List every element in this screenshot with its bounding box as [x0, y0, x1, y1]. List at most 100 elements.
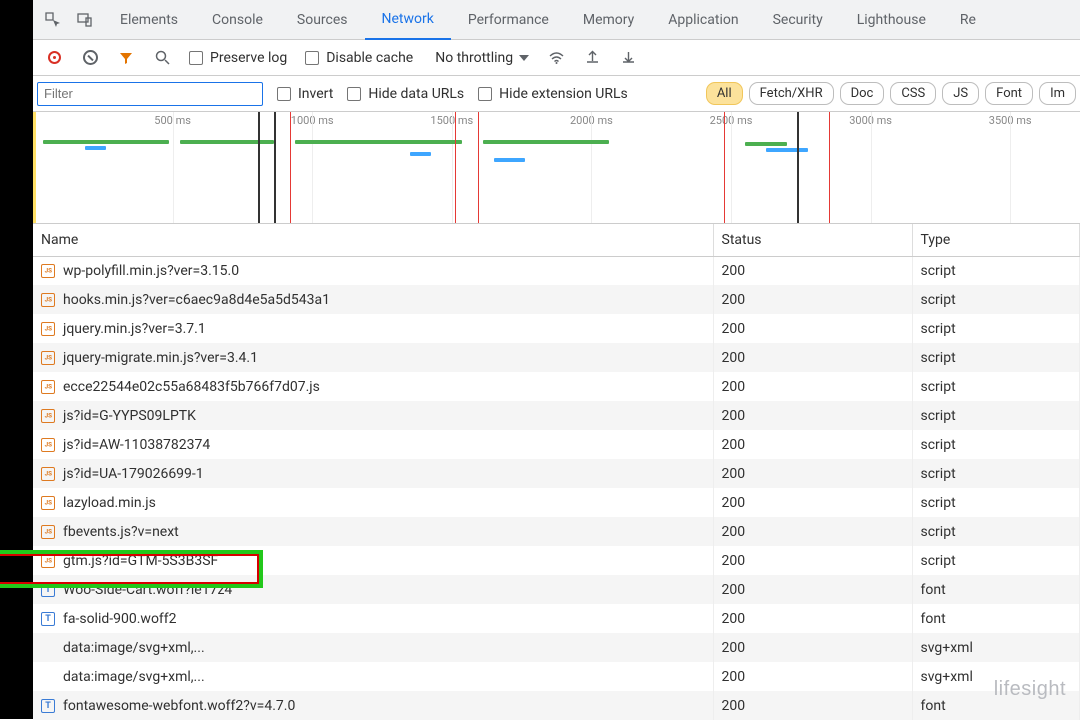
table-row[interactable]: fa-solid-900.woff2200font [33, 604, 1080, 633]
tab-performance[interactable]: Performance [451, 0, 566, 40]
tab-network[interactable]: Network [365, 0, 451, 40]
request-name: js?id=UA-179026699-1 [63, 466, 204, 482]
invert-label: Invert [298, 86, 333, 102]
checkbox-icon [478, 87, 492, 101]
hide-data-urls-label: Hide data URLs [368, 86, 464, 102]
watermark-text: lifesight [994, 678, 1066, 701]
network-waterfall[interactable]: 500 ms1000 ms1500 ms2000 ms2500 ms3000 m… [33, 112, 1080, 224]
request-status: 200 [713, 488, 912, 517]
column-header-name[interactable]: Name [33, 224, 713, 256]
hide-ext-urls-label: Hide extension URLs [499, 86, 628, 102]
search-icon[interactable] [153, 49, 171, 67]
record-icon [48, 51, 61, 64]
request-type: svg+xml [912, 633, 1080, 662]
hide-data-urls-checkbox[interactable]: Hide data URLs [347, 86, 464, 102]
throttling-select[interactable]: No throttling [431, 50, 529, 66]
tab-security[interactable]: Security [756, 0, 840, 40]
tab-application[interactable]: Application [651, 0, 755, 40]
script-file-icon [41, 409, 55, 423]
request-status: 200 [713, 285, 912, 314]
request-name: hooks.min.js?ver=c6aec9a8d4e5a5d543a1 [63, 292, 330, 308]
script-file-icon [41, 351, 55, 365]
request-type: script [912, 372, 1080, 401]
device-toggle-icon[interactable] [71, 6, 99, 34]
column-header-type[interactable]: Type [912, 224, 1080, 256]
table-row[interactable]: jquery-migrate.min.js?ver=3.4.1200script [33, 343, 1080, 372]
request-name: data:image/svg+xml,... [63, 669, 205, 685]
filter-pill-doc[interactable]: Doc [840, 82, 885, 105]
request-type: script [912, 285, 1080, 314]
waterfall-ticks: 500 ms1000 ms1500 ms2000 ms2500 ms3000 m… [33, 112, 1080, 130]
checkbox-icon [305, 51, 319, 65]
table-row[interactable]: lazyload.min.js 200script [33, 488, 1080, 517]
filter-pill-js[interactable]: JS [942, 82, 979, 105]
disable-cache-checkbox[interactable]: Disable cache [305, 50, 413, 66]
table-row[interactable]: js?id=AW-11038782374200script [33, 430, 1080, 459]
request-status: 200 [713, 401, 912, 430]
table-row[interactable]: gtm.js?id=GTM-5S3B3SF200script [33, 546, 1080, 575]
script-file-icon [41, 467, 55, 481]
inspect-icon[interactable] [39, 6, 67, 34]
script-file-icon [41, 554, 55, 568]
request-name: lazyload.min.js [63, 495, 156, 511]
filter-pill-all[interactable]: All [706, 82, 743, 105]
tab-lighthouse[interactable]: Lighthouse [840, 0, 943, 40]
request-name: jquery-migrate.min.js?ver=3.4.1 [63, 350, 258, 366]
disable-cache-label: Disable cache [326, 50, 413, 66]
request-type: script [912, 459, 1080, 488]
preserve-log-checkbox[interactable]: Preserve log [189, 50, 287, 66]
font-file-icon [41, 699, 55, 713]
table-row[interactable]: Woo-Side-Cart.woff?le17z4200font [33, 575, 1080, 604]
checkbox-icon [347, 87, 361, 101]
table-row[interactable]: fontawesome-webfont.woff2?v=4.7.0200font [33, 691, 1080, 720]
invert-checkbox[interactable]: Invert [277, 86, 333, 102]
filter-pill-css[interactable]: CSS [890, 82, 936, 105]
request-type: script [912, 314, 1080, 343]
tab-console[interactable]: Console [195, 0, 280, 40]
request-name: fontawesome-webfont.woff2?v=4.7.0 [63, 698, 295, 714]
tab-elements[interactable]: Elements [103, 0, 195, 40]
table-row[interactable]: wp-polyfill.min.js?ver=3.15.0200script [33, 256, 1080, 285]
table-row[interactable]: js?id=UA-179026699-1200script [33, 459, 1080, 488]
request-type: script [912, 488, 1080, 517]
import-har-icon[interactable] [619, 49, 637, 67]
font-file-icon [41, 612, 55, 626]
network-conditions-icon[interactable] [547, 49, 565, 67]
tab-memory[interactable]: Memory [566, 0, 651, 40]
table-row[interactable]: data:image/svg+xml,...200svg+xml [33, 662, 1080, 691]
table-row[interactable]: ecce22544e02c55a68483f5b766f7d07.js 200sc… [33, 372, 1080, 401]
script-file-icon [41, 438, 55, 452]
request-status: 200 [713, 633, 912, 662]
chevron-down-icon [519, 55, 529, 61]
waterfall-bars [33, 138, 1080, 164]
table-row[interactable]: fbevents.js?v=next 200script [33, 517, 1080, 546]
script-file-icon [41, 322, 55, 336]
request-name: jquery.min.js?ver=3.7.1 [63, 321, 206, 337]
tab-sources[interactable]: Sources [280, 0, 365, 40]
network-toolbar: Preserve log Disable cache No throttling [33, 40, 1080, 76]
request-status: 200 [713, 372, 912, 401]
table-row[interactable]: js?id=G-YYPS09LPTK200script [33, 401, 1080, 430]
filter-pill-font[interactable]: Font [985, 82, 1033, 105]
clear-button[interactable] [81, 49, 99, 67]
checkbox-icon [189, 51, 203, 65]
column-header-status[interactable]: Status [713, 224, 912, 256]
filter-pill-fetchxhr[interactable]: Fetch/XHR [749, 82, 834, 105]
filter-input[interactable] [38, 83, 262, 105]
filter-pill-im[interactable]: Im [1039, 82, 1076, 105]
request-name: fbevents.js?v=next [63, 524, 179, 540]
table-row[interactable]: data:image/svg+xml,...200svg+xml [33, 633, 1080, 662]
table-row[interactable]: hooks.min.js?ver=c6aec9a8d4e5a5d543a1 200… [33, 285, 1080, 314]
hide-extension-urls-checkbox[interactable]: Hide extension URLs [478, 86, 628, 102]
tab-re[interactable]: Re [943, 0, 993, 40]
request-status: 200 [713, 314, 912, 343]
filter-toggle-icon[interactable] [117, 49, 135, 67]
request-type: script [912, 517, 1080, 546]
request-status: 200 [713, 546, 912, 575]
record-button[interactable] [45, 49, 63, 67]
request-status: 200 [713, 517, 912, 546]
export-har-icon[interactable] [583, 49, 601, 67]
request-name: ecce22544e02c55a68483f5b766f7d07.js [63, 379, 320, 395]
table-row[interactable]: jquery.min.js?ver=3.7.1 200script [33, 314, 1080, 343]
request-name: wp-polyfill.min.js?ver=3.15.0 [63, 263, 239, 279]
